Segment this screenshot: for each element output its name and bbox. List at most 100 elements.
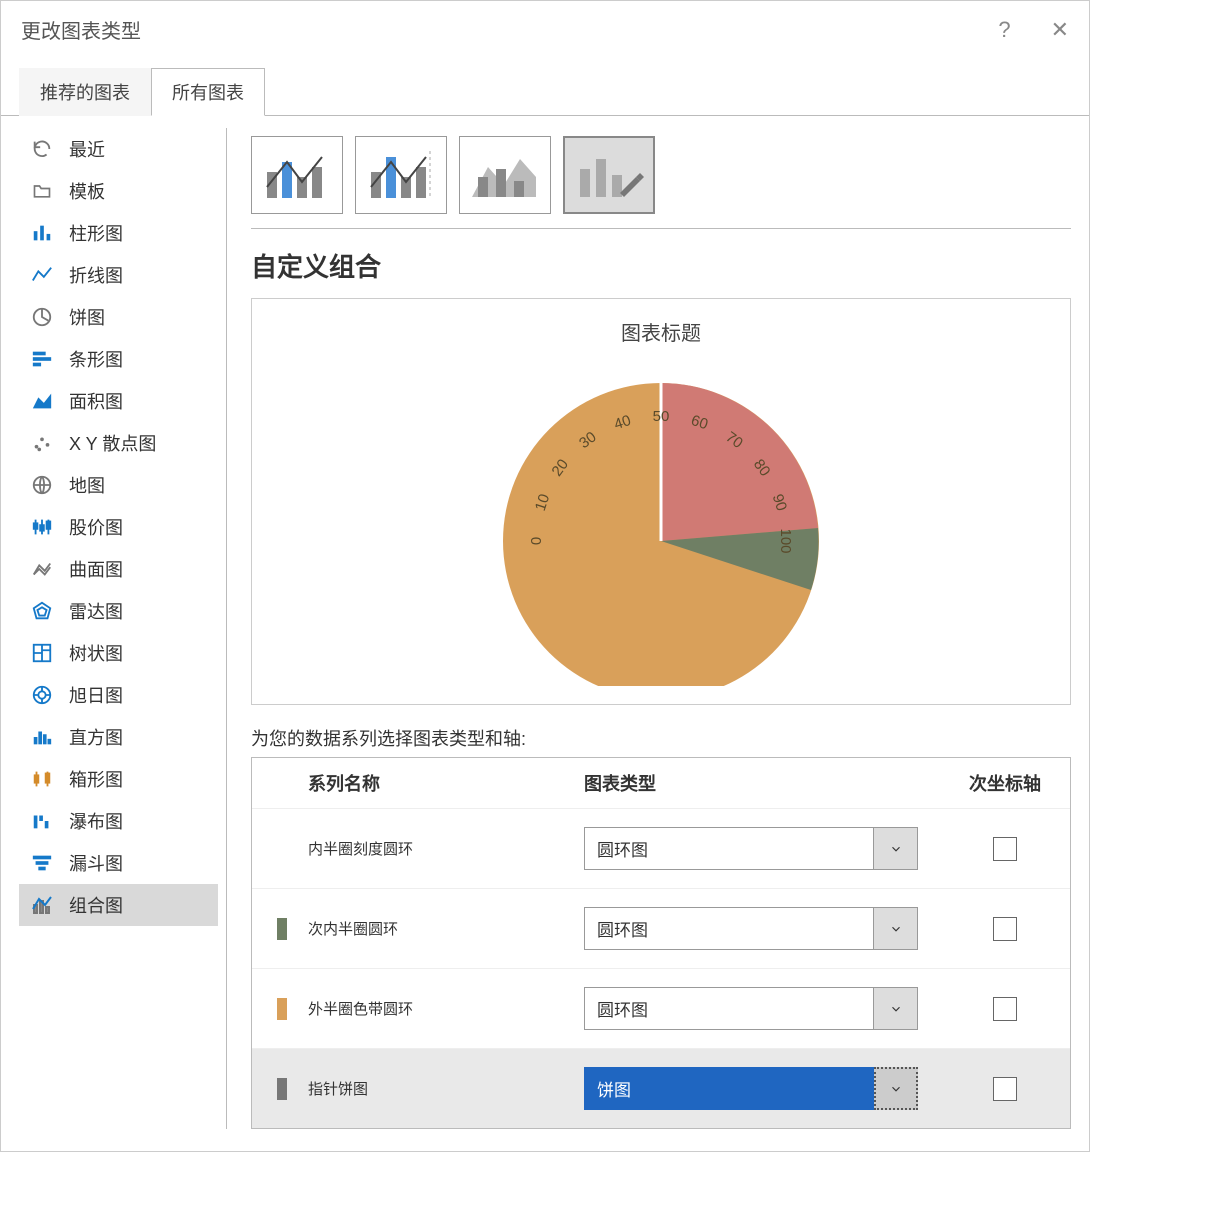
series-name: 指针饼图 (308, 1078, 578, 1099)
series-swatch (277, 838, 287, 860)
sidebar-item-label: 条形图 (69, 346, 123, 372)
change-chart-type-dialog: 更改图表类型 ? ✕ 推荐的图表 所有图表 最近 模板 柱形图 折 (0, 0, 1090, 1152)
sidebar-item-boxwhisker[interactable]: 箱形图 (19, 758, 218, 800)
series-type-dropdown[interactable]: 圆环图 (584, 907, 918, 950)
combo-subtype-1[interactable] (251, 136, 343, 214)
sidebar-item-label: 曲面图 (69, 556, 123, 582)
series-swatch (277, 998, 287, 1020)
sidebar-item-label: 雷达图 (69, 598, 123, 624)
svg-text:50: 50 (653, 408, 670, 425)
waterfall-icon (29, 808, 55, 834)
sidebar-item-label: 旭日图 (69, 682, 123, 708)
series-type-dropdown[interactable]: 圆环图 (584, 827, 918, 870)
sidebar-item-stock[interactable]: 股价图 (19, 506, 218, 548)
series-row[interactable]: 外半圈色带圆环 圆环图 (252, 968, 1070, 1048)
combo-subtype-custom[interactable] (563, 136, 655, 214)
chevron-down-icon[interactable] (874, 1067, 918, 1110)
series-header-name: 系列名称 (308, 770, 578, 796)
chart-preview-graphic: 0102030405060708090100 (471, 356, 851, 686)
main-panel: 自定义组合 图表标题 (227, 128, 1071, 1129)
chevron-down-icon[interactable] (874, 827, 918, 870)
chart-preview-title: 图表标题 (621, 317, 701, 346)
sidebar-item-templates[interactable]: 模板 (19, 170, 218, 212)
sidebar-item-recent[interactable]: 最近 (19, 128, 218, 170)
sidebar-item-label: 地图 (69, 472, 105, 498)
secondary-axis-checkbox[interactable] (993, 997, 1017, 1021)
secondary-axis-checkbox[interactable] (993, 917, 1017, 941)
sidebar-item-map[interactable]: 地图 (19, 464, 218, 506)
sidebar-item-line[interactable]: 折线图 (19, 254, 218, 296)
chart-category-sidebar: 最近 模板 柱形图 折线图 饼图 条形图 (19, 128, 227, 1129)
sunburst-icon (29, 682, 55, 708)
chevron-down-icon[interactable] (874, 907, 918, 950)
tab-label: 所有图表 (172, 83, 244, 103)
series-section-label: 为您的数据系列选择图表类型和轴: (251, 725, 1071, 751)
sidebar-item-waterfall[interactable]: 瀑布图 (19, 800, 218, 842)
combo-value: 圆环图 (584, 987, 874, 1030)
tab-all-charts[interactable]: 所有图表 (151, 68, 265, 116)
dialog-title: 更改图表类型 (21, 15, 141, 44)
sidebar-item-scatter[interactable]: X Y 散点图 (19, 422, 218, 464)
folder-icon (29, 178, 55, 204)
series-table: 系列名称 图表类型 次坐标轴 内半圈刻度圆环 圆环图 次内半圈圆环 (251, 757, 1071, 1129)
sidebar-item-funnel[interactable]: 漏斗图 (19, 842, 218, 884)
radar-chart-icon (29, 598, 55, 624)
series-header-secondary: 次坐标轴 (950, 770, 1060, 796)
series-name: 次内半圈圆环 (308, 918, 578, 939)
sidebar-item-histogram[interactable]: 直方图 (19, 716, 218, 758)
tab-recommended[interactable]: 推荐的图表 (19, 68, 151, 116)
sidebar-item-label: 箱形图 (69, 766, 123, 792)
funnel-icon (29, 850, 55, 876)
bar-chart-icon (29, 346, 55, 372)
sidebar-item-column[interactable]: 柱形图 (19, 212, 218, 254)
series-type-dropdown[interactable]: 饼图 (584, 1067, 918, 1110)
sidebar-item-label: 模板 (69, 178, 105, 204)
treemap-icon (29, 640, 55, 666)
section-title: 自定义组合 (251, 247, 1071, 284)
combo-subtype-2[interactable] (355, 136, 447, 214)
series-name: 外半圈色带圆环 (308, 998, 578, 1019)
chart-preview: 图表标题 0102 (251, 298, 1071, 705)
sidebar-item-area[interactable]: 面积图 (19, 380, 218, 422)
combo-chart-icon (29, 892, 55, 918)
series-header-row: 系列名称 图表类型 次坐标轴 (252, 758, 1070, 808)
combo-value: 饼图 (584, 1067, 874, 1110)
sidebar-item-label: X Y 散点图 (69, 430, 156, 456)
close-button[interactable]: ✕ (1051, 17, 1069, 43)
scatter-chart-icon (29, 430, 55, 456)
chevron-down-icon[interactable] (874, 987, 918, 1030)
series-row[interactable]: 次内半圈圆环 圆环图 (252, 888, 1070, 968)
sidebar-item-surface[interactable]: 曲面图 (19, 548, 218, 590)
help-button[interactable]: ? (998, 17, 1010, 43)
sidebar-item-label: 面积图 (69, 388, 123, 414)
sidebar-item-sunburst[interactable]: 旭日图 (19, 674, 218, 716)
titlebar: 更改图表类型 ? ✕ (1, 1, 1089, 58)
sidebar-item-label: 组合图 (69, 892, 123, 918)
column-chart-icon (29, 220, 55, 246)
combo-subtype-row (251, 136, 1071, 229)
sidebar-item-bar[interactable]: 条形图 (19, 338, 218, 380)
sidebar-item-combo[interactable]: 组合图 (19, 884, 218, 926)
combo-subtype-3[interactable] (459, 136, 551, 214)
svg-text:100: 100 (777, 528, 794, 553)
surface-chart-icon (29, 556, 55, 582)
sidebar-item-label: 漏斗图 (69, 850, 123, 876)
series-row[interactable]: 内半圈刻度圆环 圆环图 (252, 808, 1070, 888)
series-header-type: 图表类型 (584, 770, 944, 796)
secondary-axis-checkbox[interactable] (993, 837, 1017, 861)
sidebar-item-treemap[interactable]: 树状图 (19, 632, 218, 674)
secondary-axis-checkbox[interactable] (993, 1077, 1017, 1101)
series-swatch (277, 1078, 287, 1100)
sidebar-item-label: 树状图 (69, 640, 123, 666)
combo-value: 圆环图 (584, 827, 874, 870)
series-row[interactable]: 指针饼图 饼图 (252, 1048, 1070, 1128)
sidebar-item-label: 股价图 (69, 514, 123, 540)
sidebar-item-label: 瀑布图 (69, 808, 123, 834)
map-icon (29, 472, 55, 498)
sidebar-item-pie[interactable]: 饼图 (19, 296, 218, 338)
series-name: 内半圈刻度圆环 (308, 838, 578, 859)
sidebar-item-label: 直方图 (69, 724, 123, 750)
series-type-dropdown[interactable]: 圆环图 (584, 987, 918, 1030)
sidebar-item-radar[interactable]: 雷达图 (19, 590, 218, 632)
stock-chart-icon (29, 514, 55, 540)
